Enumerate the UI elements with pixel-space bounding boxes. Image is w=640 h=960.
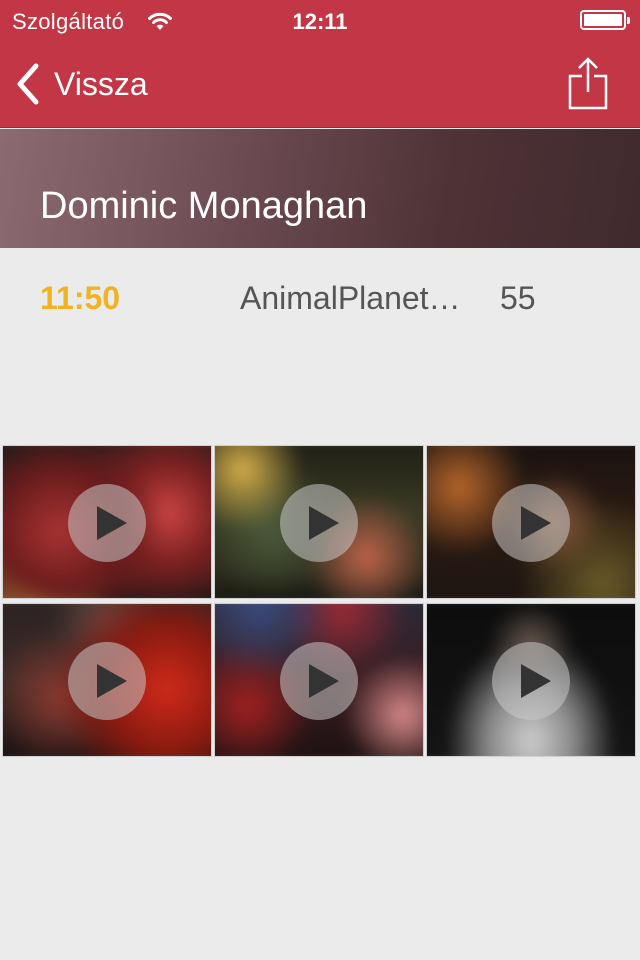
broadcast-channel: AnimalPlanet… bbox=[240, 280, 461, 316]
status-time: 12:11 bbox=[292, 9, 348, 34]
back-label: Vissza bbox=[54, 65, 148, 102]
person-banner: Dominic Monaghan bbox=[0, 129, 640, 248]
navigation-bar: Vissza bbox=[0, 40, 640, 128]
broadcast-number: 55 bbox=[500, 280, 536, 316]
battery-icon bbox=[580, 10, 630, 30]
video-thumbnail-3[interactable] bbox=[426, 445, 636, 599]
person-name: Dominic Monaghan bbox=[40, 185, 368, 227]
play-icon bbox=[280, 642, 358, 720]
play-icon bbox=[68, 484, 146, 562]
video-grid bbox=[0, 445, 640, 761]
video-thumbnail-1[interactable] bbox=[2, 445, 212, 599]
play-icon bbox=[280, 484, 358, 562]
broadcast-time: 11:50 bbox=[40, 280, 121, 316]
status-bar: Szolgáltató 12:11 bbox=[0, 0, 640, 40]
share-icon[interactable] bbox=[566, 56, 610, 110]
video-thumbnail-4[interactable] bbox=[2, 603, 212, 757]
play-icon bbox=[492, 642, 570, 720]
play-icon bbox=[68, 642, 146, 720]
battery-level bbox=[584, 14, 622, 26]
broadcast-row[interactable]: 11:50 AnimalPlanet… 55 bbox=[0, 248, 640, 348]
video-thumbnail-6[interactable] bbox=[426, 603, 636, 757]
chevron-left-icon bbox=[17, 63, 39, 105]
top-bar: Szolgáltató 12:11 Vissza bbox=[0, 0, 640, 128]
back-button[interactable]: Vissza bbox=[14, 62, 148, 106]
video-thumbnail-5[interactable] bbox=[214, 603, 424, 757]
play-icon bbox=[492, 484, 570, 562]
video-thumbnail-2[interactable] bbox=[214, 445, 424, 599]
